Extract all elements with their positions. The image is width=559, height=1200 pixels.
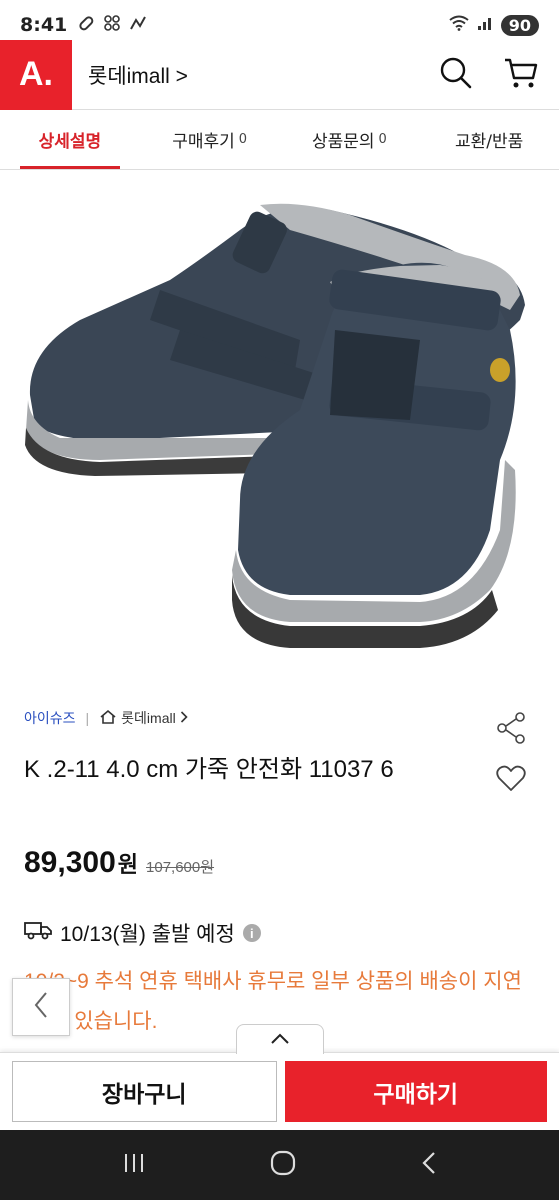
ship-date: 10/13(월) 출발 예정: [60, 923, 235, 946]
truck-icon: [24, 920, 52, 946]
recent-apps-icon[interactable]: [122, 1152, 146, 1178]
brand-logo[interactable]: A.: [0, 39, 72, 110]
pill-icon: [77, 14, 95, 37]
product-title: K .2-11 4.0 cm 가죽 안전화 11037 6: [24, 756, 394, 783]
tab-reviews[interactable]: 구매후기 0: [140, 110, 280, 169]
heart-icon[interactable]: [496, 764, 526, 796]
home-icon: [99, 709, 117, 728]
tab-detail[interactable]: 상세설명: [0, 110, 140, 169]
info-icon[interactable]: i: [242, 924, 261, 942]
product-image[interactable]: [0, 170, 559, 685]
system-nav-bar: [0, 1130, 559, 1200]
price-row: 89,300 원 107,600원: [24, 846, 214, 880]
original-price: 107,600원: [146, 859, 215, 876]
review-count: 0: [238, 132, 248, 147]
add-to-cart-button[interactable]: 장바구니: [12, 1061, 277, 1122]
wifi-icon: [449, 14, 469, 36]
tab-exchange-return[interactable]: 교환/반품: [419, 110, 559, 169]
chevron-right-icon: [180, 710, 188, 726]
purchase-bar: 장바구니 구매하기: [0, 1052, 559, 1130]
chevron-left-icon: [33, 991, 49, 1023]
divider: |: [85, 710, 90, 726]
mall-link[interactable]: 롯데imall >: [88, 60, 188, 90]
activity-icon: [129, 14, 147, 37]
store-link[interactable]: 롯데imall: [99, 708, 188, 728]
price-unit: 원: [117, 852, 139, 877]
app-notification-icon: [103, 14, 121, 37]
brand-link[interactable]: 아이슈즈: [24, 708, 76, 728]
chevron-up-icon: [270, 1030, 290, 1049]
cart-icon[interactable]: [503, 56, 539, 94]
app-header: A. 롯데imall >: [0, 39, 559, 110]
question-count: 0: [378, 132, 387, 147]
tab-questions[interactable]: 상품문의 0: [280, 110, 420, 169]
brand-row: 아이슈즈 | 롯데imall: [24, 708, 188, 728]
back-floating-button[interactable]: [12, 978, 70, 1036]
buy-now-button[interactable]: 구매하기: [284, 1061, 547, 1122]
back-nav-icon[interactable]: [421, 1151, 437, 1179]
share-icon[interactable]: [496, 712, 526, 748]
product-tabs: 상세설명 구매후기 0 상품문의 0 교환/반품: [0, 110, 559, 170]
home-button-icon[interactable]: [270, 1150, 296, 1180]
signal-icon: [477, 14, 493, 36]
search-icon[interactable]: [439, 56, 473, 94]
clock: 8:41: [20, 14, 68, 36]
collapse-toggle[interactable]: [236, 1024, 324, 1054]
shipping-row: 10/13(월) 출발 예정 i: [24, 918, 261, 948]
battery-badge: 90: [500, 14, 539, 36]
sale-price: 89,300: [24, 846, 116, 879]
store-name: 롯데imall: [121, 710, 176, 726]
